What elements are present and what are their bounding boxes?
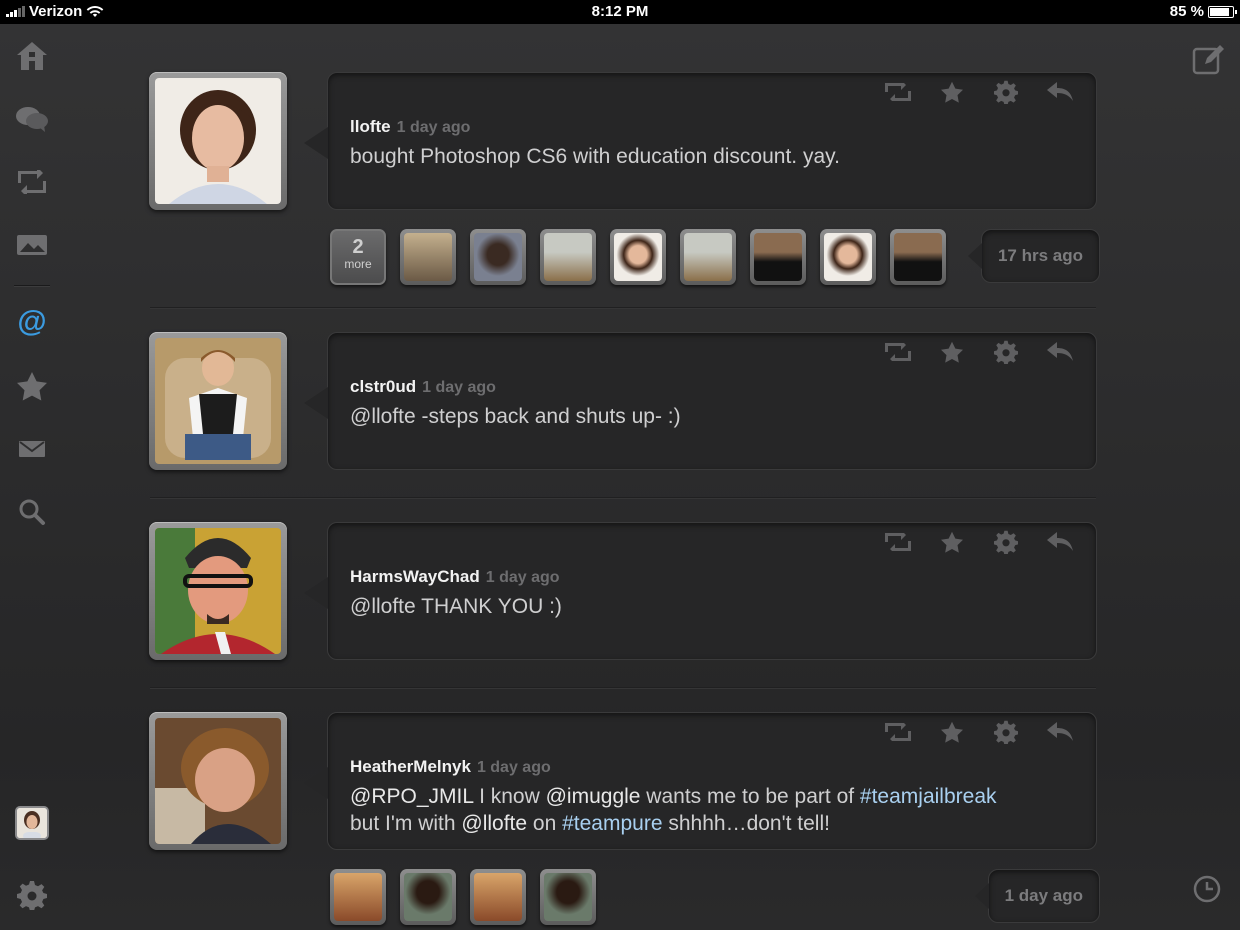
sidebar-divider	[14, 285, 50, 286]
tweet-actions	[884, 529, 1074, 555]
retweets-icon[interactable]	[12, 162, 52, 202]
mention-link[interactable]: @llofte	[461, 812, 527, 835]
more-button[interactable]: 2 more	[330, 229, 386, 285]
tweet-meta: HarmsWayChad 1 day ago	[350, 567, 560, 587]
mention-link[interactable]: @RPO_JMIL	[350, 785, 473, 808]
activity-avatar[interactable]	[470, 869, 526, 925]
tweet-text: @RPO_JMIL I know @imuggle wants me to be…	[350, 783, 1066, 837]
mentions-icon[interactable]: @	[12, 302, 52, 342]
activity-avatar[interactable]	[610, 229, 666, 285]
tweet-text-segment: shhhh…don't tell!	[662, 812, 830, 835]
timestamp: 1 day ago	[476, 759, 551, 776]
activity-avatar[interactable]	[400, 229, 456, 285]
tweet-text-segment: but I'm with	[350, 812, 462, 835]
tweet-text: @llofte THANK YOU :)	[350, 595, 562, 618]
activity-strip: 2 more 17 hrs ago	[330, 229, 1100, 285]
divider	[150, 687, 1096, 688]
tweet-gear-icon[interactable]	[992, 529, 1020, 555]
messages-icon[interactable]	[12, 99, 52, 139]
battery-indicator: 85 %	[1169, 3, 1237, 20]
retweet-icon[interactable]	[884, 339, 912, 365]
avatar[interactable]	[149, 332, 287, 470]
tweet-bubble: HarmsWayChad 1 day ago @llofte THANK YOU …	[304, 522, 1097, 660]
hashtag-link[interactable]: #teampure	[562, 812, 662, 835]
tweet-text-segment: I know	[473, 785, 546, 808]
tweet-actions	[884, 79, 1074, 105]
username[interactable]: llofte	[350, 117, 391, 136]
clock-time: 8:12 PM	[591, 3, 649, 20]
tweet-bubble: HeatherMelnyk 1 day ago @RPO_JMIL I know …	[304, 712, 1097, 850]
mention-link[interactable]: @imuggle	[546, 785, 641, 808]
activity-avatar[interactable]	[470, 229, 526, 285]
home-icon[interactable]	[12, 36, 52, 76]
activity-avatar[interactable]	[750, 229, 806, 285]
timestamp: 1 day ago	[396, 119, 471, 136]
retweet-icon[interactable]	[884, 529, 912, 555]
sidebar: @	[0, 24, 64, 930]
activity-avatar[interactable]	[540, 869, 596, 925]
avatar[interactable]	[149, 712, 287, 850]
tweet-text-segment: on	[527, 812, 563, 835]
battery-percent: 85 %	[1169, 3, 1204, 20]
activity-avatar[interactable]	[820, 229, 876, 285]
reply-icon[interactable]	[1046, 79, 1074, 105]
activity-strip: 1 day ago	[330, 869, 1100, 925]
settings-gear-icon[interactable]	[12, 875, 52, 915]
favorite-star-icon[interactable]	[938, 79, 966, 105]
clock-icon[interactable]	[1192, 874, 1222, 904]
username[interactable]: HeatherMelnyk	[350, 757, 471, 776]
favorite-star-icon[interactable]	[938, 719, 966, 745]
tweet-meta: HeatherMelnyk 1 day ago	[350, 757, 551, 777]
tweet-gear-icon[interactable]	[992, 339, 1020, 365]
divider	[150, 497, 1096, 498]
tweet-gear-icon[interactable]	[992, 79, 1020, 105]
tweet-meta: llofte 1 day ago	[350, 117, 470, 137]
tweet-gear-icon[interactable]	[992, 719, 1020, 745]
timeline-view: @ llofte 1 day ago bought Photoshop CS6 …	[0, 24, 1240, 930]
battery-icon	[1208, 5, 1237, 18]
hashtag-link[interactable]: #teamjailbreak	[860, 785, 997, 808]
timestamp: 1 day ago	[485, 569, 560, 586]
more-count: 2	[352, 236, 364, 258]
tweet-actions	[884, 719, 1074, 745]
username[interactable]: clstr0ud	[350, 377, 416, 396]
favorites-icon[interactable]	[12, 366, 52, 406]
avatar[interactable]	[149, 72, 287, 210]
tweet-bubble: llofte 1 day ago bought Photoshop CS6 wit…	[304, 72, 1097, 210]
reply-icon[interactable]	[1046, 339, 1074, 365]
direct-messages-icon[interactable]	[12, 429, 52, 469]
favorite-star-icon[interactable]	[938, 339, 966, 365]
reply-icon[interactable]	[1046, 529, 1074, 555]
tweet-text: bought Photoshop CS6 with education disc…	[350, 145, 840, 168]
avatar[interactable]	[149, 522, 287, 660]
status-bar: Verizon 8:12 PM 85 %	[0, 0, 1240, 24]
media-icon[interactable]	[12, 225, 52, 265]
retweet-icon[interactable]	[884, 79, 912, 105]
tweet-text: @llofte -steps back and shuts up- :)	[350, 405, 681, 428]
activity-avatar[interactable]	[330, 869, 386, 925]
timestamp: 1 day ago	[422, 379, 496, 396]
activity-timestamp: 1 day ago	[974, 869, 1100, 923]
activity-avatar[interactable]	[540, 229, 596, 285]
divider	[150, 307, 1096, 308]
activity-timestamp: 17 hrs ago	[967, 229, 1100, 283]
account-avatar[interactable]	[15, 806, 49, 840]
tweet-text-segment: wants me to be part of	[640, 785, 860, 808]
tweet-meta: clstr0ud 1 day ago	[350, 377, 496, 397]
tweet-actions	[884, 339, 1074, 365]
more-label: more	[344, 257, 372, 271]
favorite-star-icon[interactable]	[938, 529, 966, 555]
tweet-bubble: clstr0ud 1 day ago @llofte -steps back an…	[304, 332, 1097, 470]
retweet-icon[interactable]	[884, 719, 912, 745]
activity-avatar[interactable]	[680, 229, 736, 285]
username[interactable]: HarmsWayChad	[350, 567, 480, 586]
activity-avatar[interactable]	[890, 229, 946, 285]
activity-avatar[interactable]	[400, 869, 456, 925]
reply-icon[interactable]	[1046, 719, 1074, 745]
compose-icon[interactable]	[1190, 42, 1226, 78]
search-icon[interactable]	[12, 492, 52, 532]
